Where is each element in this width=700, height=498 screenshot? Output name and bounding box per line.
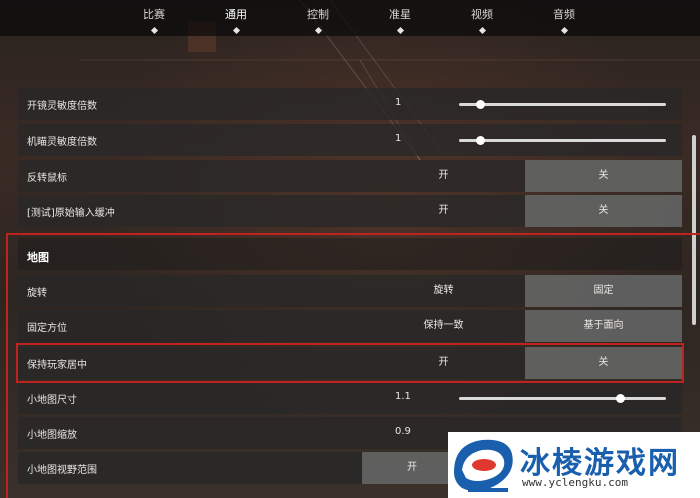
slider-knob[interactable]	[475, 100, 485, 109]
scope-sensitivity-slider[interactable]	[459, 100, 666, 109]
tab-indicator-icon	[396, 26, 404, 35]
setting-label: 反转鼠标	[27, 173, 67, 184]
tab-video[interactable]: 视频	[452, 6, 512, 35]
tab-indicator-icon	[560, 26, 568, 35]
tab-label: 比赛	[143, 8, 165, 21]
option-off-button[interactable]: 关	[525, 160, 682, 192]
option-off-button[interactable]: 关	[525, 195, 682, 227]
watermark: 冰棱游戏网 www.yclengku.com	[448, 432, 700, 498]
aim-sensitivity-slider[interactable]	[459, 136, 666, 145]
setting-row-aim-sensitivity: 机瞄灵敏度倍数 1	[18, 124, 682, 156]
tab-label: 音频	[553, 8, 575, 21]
setting-label: 开镜灵敏度倍数	[27, 101, 97, 112]
tab-crosshair[interactable]: 准星	[370, 6, 430, 35]
setting-label: 机瞄灵敏度倍数	[27, 137, 97, 148]
settings-tab-bar: 比赛 通用 控制 准星 视频 音频	[0, 0, 700, 36]
tab-general[interactable]: 通用	[206, 6, 266, 35]
tab-indicator-icon	[314, 26, 322, 35]
tab-audio[interactable]: 音频	[534, 6, 594, 35]
tab-indicator-icon	[478, 26, 486, 35]
setting-label: [测试]原始输入缓冲	[27, 208, 115, 219]
watermark-url-text: www.yclengku.com	[522, 476, 628, 489]
tab-controls[interactable]: 控制	[288, 6, 348, 35]
highlight-box-keep-centered	[16, 343, 684, 383]
tab-match[interactable]: 比赛	[124, 6, 184, 35]
tab-label: 视频	[471, 8, 493, 21]
option-on-button[interactable]: 开	[362, 160, 525, 192]
setting-row-raw-input: [测试]原始输入缓冲 开 关	[18, 195, 682, 227]
tab-indicator-icon	[150, 26, 158, 35]
tab-label: 准星	[389, 8, 411, 21]
setting-value: 1	[395, 97, 402, 108]
option-on-button[interactable]: 开	[362, 195, 525, 227]
tab-label: 通用	[225, 8, 247, 21]
setting-value: 1	[395, 133, 402, 144]
tab-label: 控制	[307, 8, 329, 21]
setting-row-scope-sensitivity: 开镜灵敏度倍数 1	[18, 88, 682, 120]
tab-indicator-icon	[232, 26, 240, 35]
slider-knob[interactable]	[475, 136, 485, 145]
brand-logo-icon	[448, 432, 518, 498]
setting-row-invert-mouse: 反转鼠标 开 关	[18, 160, 682, 192]
